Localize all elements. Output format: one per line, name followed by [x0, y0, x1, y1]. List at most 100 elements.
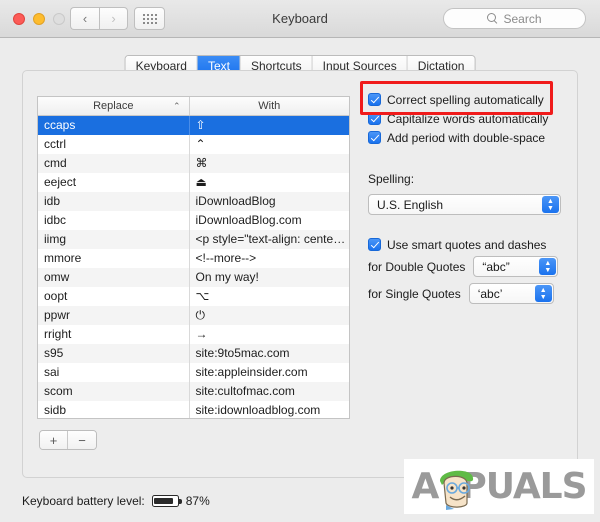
table-body: ccaps ⇧ cctrl ⌃ cmd ⌘ eeject ⏏ idb iDownloadBlog i… — [38, 116, 349, 418]
keyboard-preferences-window: ‹ › Keyboard Search Keyboard Text Shortcut… — [0, 0, 600, 522]
search-placeholder: Search — [503, 11, 542, 26]
smart-quotes-checkbox-row[interactable]: Use smart quotes and dashes — [368, 235, 546, 254]
cell-with: On my way! — [195, 270, 259, 284]
chevron-up-icon: ▲ — [539, 286, 547, 294]
double-quotes-label: for Double Quotes — [368, 259, 466, 274]
table-row[interactable]: mmore <!--more--> — [38, 249, 349, 268]
chevron-up-icon: ▲ — [547, 197, 554, 205]
table-row[interactable]: omw On my way! — [38, 268, 349, 287]
smart-quotes-checkbox[interactable] — [368, 238, 381, 251]
cell-replace: sidb — [38, 401, 190, 418]
option-row-0[interactable]: Correct spelling automatically — [368, 90, 568, 109]
cell-with: site:appleinsider.com — [195, 365, 308, 379]
cell-with: site:idownloadblog.com — [195, 403, 321, 417]
battery-percent: 87% — [185, 494, 210, 508]
cell-replace: scom — [38, 382, 190, 401]
column-header-replace-label: Replace — [93, 100, 134, 112]
cell-with: <p style="text-align: cente… — [195, 232, 346, 246]
single-quotes-value: ‘abc’ — [477, 286, 503, 301]
table-row[interactable]: oopt ⌥ — [38, 287, 349, 306]
table-row[interactable]: sai site:appleinsider.com — [38, 363, 349, 382]
table-row[interactable]: rright → — [38, 325, 349, 344]
double-quotes-value: “abc” — [482, 259, 510, 274]
sort-ascending-icon: ⌃ — [172, 101, 181, 111]
cell-replace: s95 — [38, 344, 190, 363]
cell-replace: ccaps — [38, 116, 190, 135]
cell-replace: omw — [38, 268, 190, 287]
text-replacement-table[interactable]: Replace ⌃ With ccaps ⇧ cctrl ⌃ cmd ⌘ eeject ⏏ id… — [37, 96, 350, 419]
table-row[interactable]: ccaps ⇧ — [38, 116, 349, 135]
single-quotes-select[interactable]: ‘abc’ ▲ ▼ — [468, 283, 554, 304]
table-row[interactable]: scom site:cultofmac.com — [38, 382, 349, 401]
cell-replace: ppwr — [38, 306, 190, 325]
table-row[interactable]: idb iDownloadBlog — [38, 192, 349, 211]
cell-replace: iimg — [38, 230, 190, 249]
chevron-updown-icon: ▲ ▼ — [539, 258, 557, 275]
spelling-language-value: U.S. English — [377, 197, 444, 212]
double-quotes-select[interactable]: “abc” ▲ ▼ — [473, 256, 559, 277]
spelling-options-group: Correct spelling automatically Capitalize… — [368, 90, 568, 147]
table-row[interactable]: ppwr ⏻ — [38, 306, 349, 325]
cell-replace: eeject — [38, 173, 190, 192]
chevron-down-icon: ▼ — [547, 204, 554, 212]
table-row[interactable]: cctrl ⌃ — [38, 135, 349, 154]
smart-quotes-label: Use smart quotes and dashes — [387, 237, 547, 252]
search-input[interactable]: Search — [443, 8, 586, 29]
cell-replace: sai — [38, 363, 190, 382]
remove-replacement-button[interactable]: − — [68, 431, 96, 449]
column-header-replace[interactable]: Replace ⌃ — [38, 97, 190, 115]
cell-with: iDownloadBlog.com — [195, 213, 302, 227]
cell-with: ⌥ — [195, 289, 210, 303]
battery-status: Keyboard battery level: 87% — [22, 494, 210, 508]
table-row[interactable]: cmd ⌘ — [38, 154, 349, 173]
checkbox[interactable] — [368, 112, 381, 125]
battery-level-label: Keyboard battery level: — [22, 494, 145, 508]
table-row[interactable]: idbc iDownloadBlog.com — [38, 211, 349, 230]
single-quotes-row: for Single Quotes ‘abc’ ▲ ▼ — [368, 283, 554, 304]
column-header-with-label: With — [258, 100, 281, 112]
table-add-remove-group: + − — [39, 430, 97, 450]
cell-with: ⌘ — [195, 156, 208, 170]
cell-replace: idbc — [38, 211, 190, 230]
table-row[interactable]: eeject ⏏ — [38, 173, 349, 192]
chevron-down-icon: ▼ — [544, 266, 552, 274]
option-row-2[interactable]: Add period with double-space — [368, 128, 568, 147]
spelling-language-select[interactable]: U.S. English ▲ ▼ — [368, 194, 561, 215]
option-label: Capitalize words automatically — [387, 111, 549, 126]
chevron-up-icon: ▲ — [544, 259, 552, 267]
cell-replace: oopt — [38, 287, 190, 306]
option-label: Correct spelling automatically — [387, 92, 544, 107]
table-header-row: Replace ⌃ With — [38, 97, 349, 116]
cell-with: site:cultofmac.com — [195, 384, 295, 398]
checkbox[interactable] — [368, 93, 381, 106]
table-row[interactable]: s95 site:9to5mac.com — [38, 344, 349, 363]
chevron-updown-icon: ▲ ▼ — [542, 196, 559, 213]
chevron-updown-icon: ▲ ▼ — [534, 285, 552, 302]
cell-replace: cmd — [38, 154, 190, 173]
cell-with: → — [195, 327, 208, 341]
cell-with: site:9to5mac.com — [195, 346, 290, 360]
appuals-mascot-icon — [440, 470, 474, 510]
checkbox[interactable] — [368, 131, 381, 144]
spelling-label: Spelling: — [368, 172, 415, 186]
double-quotes-row: for Double Quotes “abc” ▲ ▼ — [368, 256, 559, 277]
cell-replace: rright — [38, 325, 190, 344]
cell-with: ⏏ — [195, 175, 207, 189]
column-header-with[interactable]: With — [190, 97, 349, 115]
battery-icon — [151, 495, 182, 507]
cell-replace: mmore — [38, 249, 190, 268]
table-row[interactable]: iimg <p style="text-align: cente… — [38, 230, 349, 249]
appuals-watermark: A PUALS — [404, 459, 594, 514]
cell-with: ⇧ — [195, 118, 206, 132]
cell-replace: cctrl — [38, 135, 190, 154]
cell-with: <!--more--> — [195, 251, 257, 265]
cell-with: ⏻ — [195, 308, 206, 322]
window-titlebar: ‹ › Keyboard Search — [0, 0, 600, 38]
table-row[interactable]: sidb site:idownloadblog.com — [38, 401, 349, 418]
chevron-down-icon: ▼ — [539, 293, 547, 301]
cell-with: iDownloadBlog — [195, 194, 276, 208]
add-replacement-button[interactable]: + — [40, 431, 68, 449]
option-row-1[interactable]: Capitalize words automatically — [368, 109, 568, 128]
single-quotes-label: for Single Quotes — [368, 286, 461, 301]
search-icon — [487, 13, 498, 24]
